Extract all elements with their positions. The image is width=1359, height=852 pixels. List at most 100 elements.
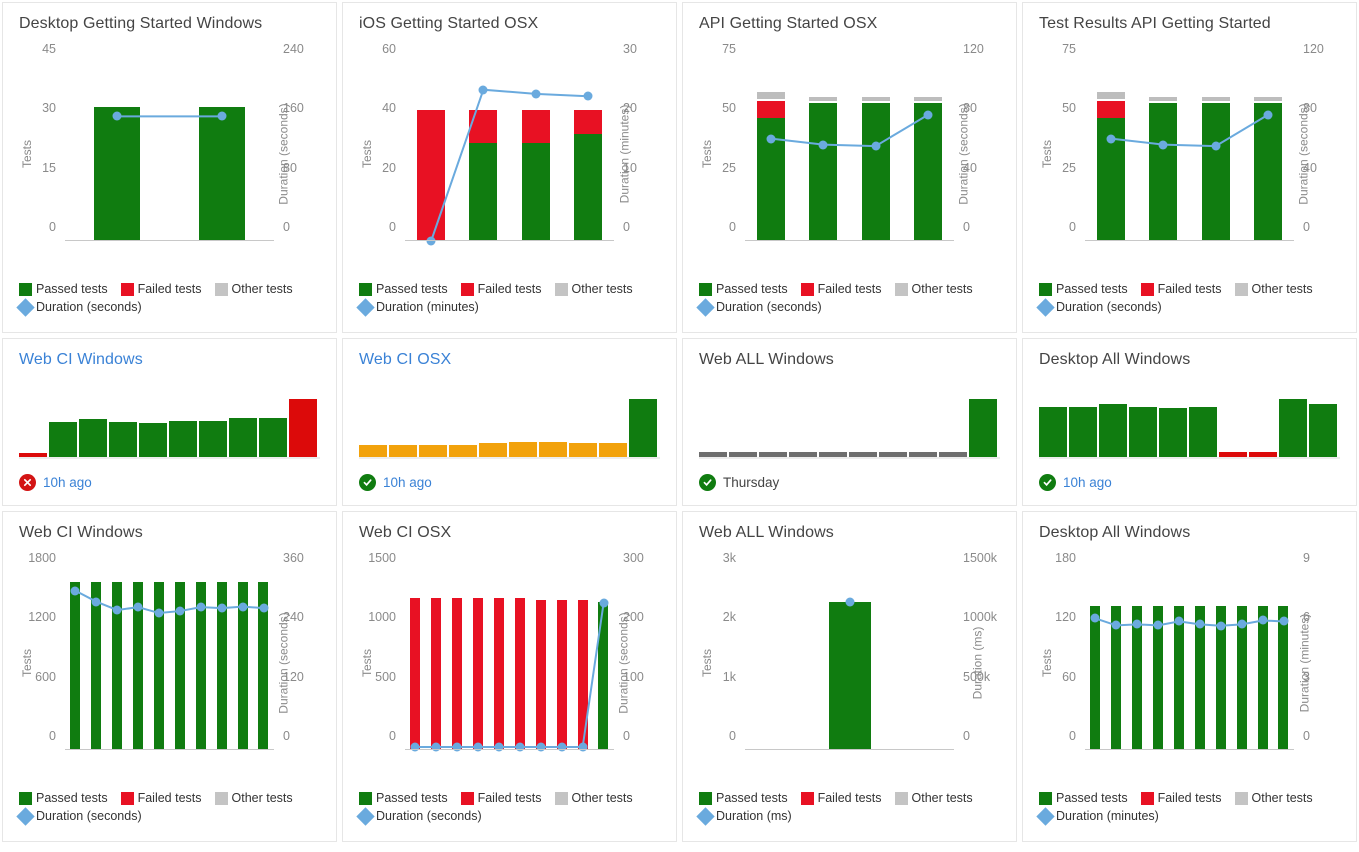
sparkline-bar[interactable] xyxy=(599,442,627,458)
legend-passed-label: Passed tests xyxy=(1056,791,1128,805)
sparkline-bar[interactable] xyxy=(1039,406,1067,458)
y2-axis-tick: 360 xyxy=(283,551,304,565)
sparkline-bar[interactable] xyxy=(359,444,387,458)
sparkline-bar[interactable] xyxy=(509,441,537,458)
y-axis-tick: 25 xyxy=(1062,160,1076,175)
legend-other-label: Other tests xyxy=(571,791,633,805)
x-axis-line xyxy=(65,240,274,241)
bar-segment-passed xyxy=(1194,605,1205,750)
card-title[interactable]: Web CI Windows xyxy=(19,351,143,369)
bar-group xyxy=(1085,63,1294,241)
sparkline-bar[interactable] xyxy=(1159,407,1187,458)
legend-passed-label: Passed tests xyxy=(36,791,108,805)
status-timestamp[interactable]: 10h ago xyxy=(1063,475,1112,490)
sparkline-bar[interactable] xyxy=(289,399,317,458)
sparkline-bar[interactable] xyxy=(109,421,137,458)
bar-segment-passed xyxy=(1257,605,1268,750)
bar-segment-passed xyxy=(112,581,123,750)
y-axis-tick: 120 xyxy=(1055,610,1076,625)
y2-axis-tick: 0 xyxy=(963,729,970,743)
sparkline-bar[interactable] xyxy=(1099,403,1127,458)
failed-swatch-icon xyxy=(800,282,814,296)
sparkline-bar[interactable] xyxy=(569,442,597,458)
sparkline-bar[interactable] xyxy=(389,444,417,458)
sparkline-bar[interactable] xyxy=(139,422,167,458)
sparkline-bar[interactable] xyxy=(169,420,197,458)
legend-row-tests: Passed tests Failed tests Other tests xyxy=(1039,791,1348,805)
legend-duration-label: Duration (seconds) xyxy=(36,809,142,823)
passed-swatch-icon xyxy=(1039,282,1052,296)
legend-failed: Failed tests xyxy=(120,791,202,805)
chart-legend: Passed tests Failed tests Other tests Durat… xyxy=(356,282,668,318)
sparkline-bar[interactable] xyxy=(199,421,227,458)
card-title[interactable]: Web CI OSX xyxy=(359,351,451,369)
legend-duration: Duration (minutes) xyxy=(356,297,479,317)
y-axis-tick: 0 xyxy=(729,729,736,743)
passed-swatch-icon xyxy=(699,282,712,296)
sparkline-bar[interactable] xyxy=(49,421,77,458)
bar-column xyxy=(216,572,227,750)
legend-failed: Failed tests xyxy=(800,791,882,805)
x-axis-line xyxy=(405,240,614,241)
y-axis-tick: 0 xyxy=(729,220,736,234)
bar-column xyxy=(1149,63,1178,241)
bar-column xyxy=(1236,572,1247,750)
sparkline-bar[interactable] xyxy=(1279,399,1307,458)
legend-row-duration: Duration (seconds) xyxy=(696,297,1008,317)
sparkline-bar[interactable] xyxy=(259,417,287,458)
y-axis-tick: 1200 xyxy=(28,610,56,625)
legend-other-label: Other tests xyxy=(231,282,293,296)
sparkline-bar[interactable] xyxy=(419,444,447,458)
chart-legend: Passed tests Failed tests Other tests Durat… xyxy=(356,791,668,827)
legend-failed: Failed tests xyxy=(800,282,882,296)
sparkline-bar[interactable] xyxy=(1129,406,1157,458)
sparkline-bar[interactable] xyxy=(1309,403,1337,458)
y-axis-tick: 600 xyxy=(35,669,56,684)
y2-axis-tick: 300 xyxy=(623,551,644,565)
sparkline-bar[interactable] xyxy=(539,441,567,458)
x-axis-line xyxy=(745,240,954,241)
card-web-ci-windows-spark: Web CI Windows 10h ago xyxy=(2,338,337,506)
sparkline-bar[interactable] xyxy=(79,419,107,458)
chart-legend: Passed tests Failed tests Other tests Durat… xyxy=(1036,791,1348,827)
bar-column xyxy=(1153,572,1164,750)
legend-passed-label: Passed tests xyxy=(1056,282,1128,296)
bar-column xyxy=(598,572,609,750)
sparkline-bar[interactable] xyxy=(969,399,997,458)
bar-segment-failed xyxy=(410,598,421,750)
chart-area: 0 25 50 75 0 40 80 120 Tests Duration (seconds) xyxy=(683,42,1016,263)
y2-axis-tick: 30 xyxy=(623,42,637,56)
y2-axis-tick: 9 xyxy=(1303,551,1310,565)
bar-column xyxy=(521,63,550,241)
bar-column xyxy=(494,572,504,750)
sparkline-bar[interactable] xyxy=(479,443,507,458)
failed-swatch-icon xyxy=(460,282,474,296)
bar-column xyxy=(431,572,442,750)
legend-failed-label: Failed tests xyxy=(817,791,882,805)
bar-column xyxy=(195,572,206,750)
sparkline-bar[interactable] xyxy=(629,399,657,458)
y2-axis-tick: 0 xyxy=(623,729,630,743)
plot-region: 0 15 30 45 0 80 160 240 xyxy=(42,42,304,241)
sparkline-bar[interactable] xyxy=(1189,406,1217,458)
bar-segment-failed xyxy=(417,110,446,241)
sparkline-bar[interactable] xyxy=(449,444,477,458)
legend-failed-label: Failed tests xyxy=(137,282,202,296)
legend-row-tests: Passed tests Failed tests Other tests xyxy=(19,791,328,805)
bar-segment-passed xyxy=(1132,605,1143,750)
card-title: iOS Getting Started OSX xyxy=(359,15,539,32)
sparkline-bar[interactable] xyxy=(229,417,257,458)
legend-duration: Duration (seconds) xyxy=(696,297,822,317)
bar-segment-passed xyxy=(913,103,942,241)
y-axis-tick: 20 xyxy=(382,160,396,175)
status-timestamp[interactable]: 10h ago xyxy=(383,475,432,490)
sparkline-bar[interactable] xyxy=(1069,406,1097,458)
legend-passed: Passed tests xyxy=(699,282,788,296)
legend-failed-label: Failed tests xyxy=(817,282,882,296)
card-web-ci-windows-chart: Web CI Windows 0 600 1200 1800 0 120 240 360 Test… xyxy=(2,511,337,842)
y2-axis-title: Duration (seconds) xyxy=(956,103,971,205)
legend-duration-label: Duration (seconds) xyxy=(36,300,142,314)
pass-icon xyxy=(1039,474,1056,491)
status-timestamp[interactable]: 10h ago xyxy=(43,475,92,490)
sparkline-baseline xyxy=(699,457,1000,459)
